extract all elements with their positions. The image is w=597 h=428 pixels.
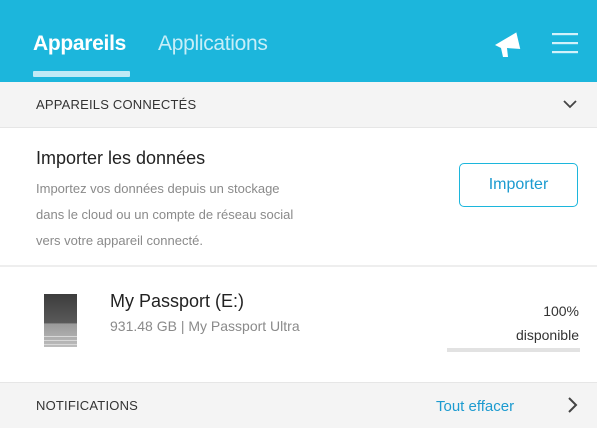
clear-all-link[interactable]: Tout effacer bbox=[436, 398, 514, 415]
import-desc-line: dans le cloud ou un compte de réseau soc… bbox=[36, 207, 294, 222]
notifications-bar: NOTIFICATIONS Tout effacer bbox=[0, 382, 597, 428]
divider bbox=[0, 265, 597, 267]
import-description: Importez vos données depuis un stockage … bbox=[36, 176, 396, 254]
import-desc-line: Importez vos données depuis un stockage bbox=[36, 181, 280, 196]
device-name: My Passport (E:) bbox=[110, 291, 245, 311]
storage-usage-bar bbox=[447, 348, 580, 352]
import-title: Importer les données bbox=[36, 148, 206, 168]
connected-devices-title: APPAREILS CONNECTÉS bbox=[36, 97, 197, 112]
import-desc-line: vers votre appareil connecté. bbox=[36, 233, 203, 248]
active-tab-indicator bbox=[33, 71, 130, 77]
notifications-title: NOTIFICATIONS bbox=[36, 398, 139, 413]
device-available-percent: 100% bbox=[543, 303, 579, 319]
drive-icon bbox=[44, 294, 77, 347]
connected-devices-bar[interactable]: APPAREILS CONNECTÉS bbox=[0, 82, 597, 128]
chevron-right-icon[interactable] bbox=[566, 396, 578, 414]
device-available-label: disponible bbox=[515, 327, 579, 343]
import-button[interactable]: Importer bbox=[459, 163, 578, 207]
chevron-down-icon[interactable] bbox=[562, 98, 578, 110]
hamburger-menu-icon[interactable] bbox=[552, 32, 578, 54]
tab-applications[interactable]: Applications bbox=[158, 32, 268, 56]
device-detail: 931.48 GB | My Passport Ultra bbox=[110, 318, 300, 334]
tab-appareils[interactable]: Appareils bbox=[33, 32, 126, 56]
app-header: Appareils Applications bbox=[0, 0, 597, 82]
megaphone-icon[interactable] bbox=[491, 28, 527, 60]
